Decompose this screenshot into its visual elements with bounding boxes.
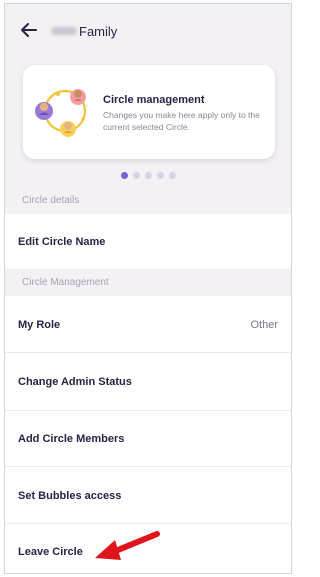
section-header-label: Circle details — [22, 195, 80, 206]
section-header-circle-management: Circle Management — [5, 270, 291, 296]
carousel-dot[interactable] — [156, 172, 164, 179]
circle-members-illustration-icon — [35, 89, 87, 137]
change-admin-status-row[interactable]: Change Admin Status — [5, 353, 291, 411]
annotation-arrow-icon — [95, 531, 160, 560]
my-role-value: Other — [250, 319, 278, 331]
edit-circle-name-label: Edit Circle Name — [18, 236, 106, 248]
set-bubbles-access-row[interactable]: Set Bubbles access — [5, 467, 291, 524]
circle-management-card: Circle management Changes you make here … — [23, 65, 275, 159]
my-role-label: My Role — [18, 319, 61, 331]
edit-circle-name-row[interactable]: Edit Circle Name — [5, 214, 291, 270]
card-description: Changes you make here apply only to the … — [103, 110, 260, 132]
carousel-dot[interactable] — [144, 172, 152, 179]
carousel-dot[interactable] — [120, 172, 128, 179]
carousel-dot[interactable] — [132, 172, 140, 179]
redacted-name — [51, 27, 77, 35]
leave-circle-label: Leave Circle — [18, 546, 83, 558]
add-circle-members-label: Add Circle Members — [18, 433, 125, 445]
add-circle-members-row[interactable]: Add Circle Members — [5, 411, 291, 467]
carousel-indicator — [5, 172, 291, 179]
app-frame: Family Circle management Changes you mak… — [4, 3, 292, 574]
card-title: Circle management — [103, 94, 205, 106]
page-title-text: Family — [79, 23, 118, 39]
section-header-circle-details: Circle details — [5, 188, 291, 214]
set-bubbles-access-label: Set Bubbles access — [18, 490, 122, 502]
carousel-dot[interactable] — [168, 172, 176, 179]
header: Family — [5, 4, 291, 56]
change-admin-status-label: Change Admin Status — [18, 376, 132, 388]
page-title: Family — [51, 21, 117, 41]
my-role-row[interactable]: My Role Other — [5, 296, 291, 353]
section-header-label: Circle Management — [22, 277, 109, 288]
back-arrow-icon[interactable] — [19, 20, 39, 40]
